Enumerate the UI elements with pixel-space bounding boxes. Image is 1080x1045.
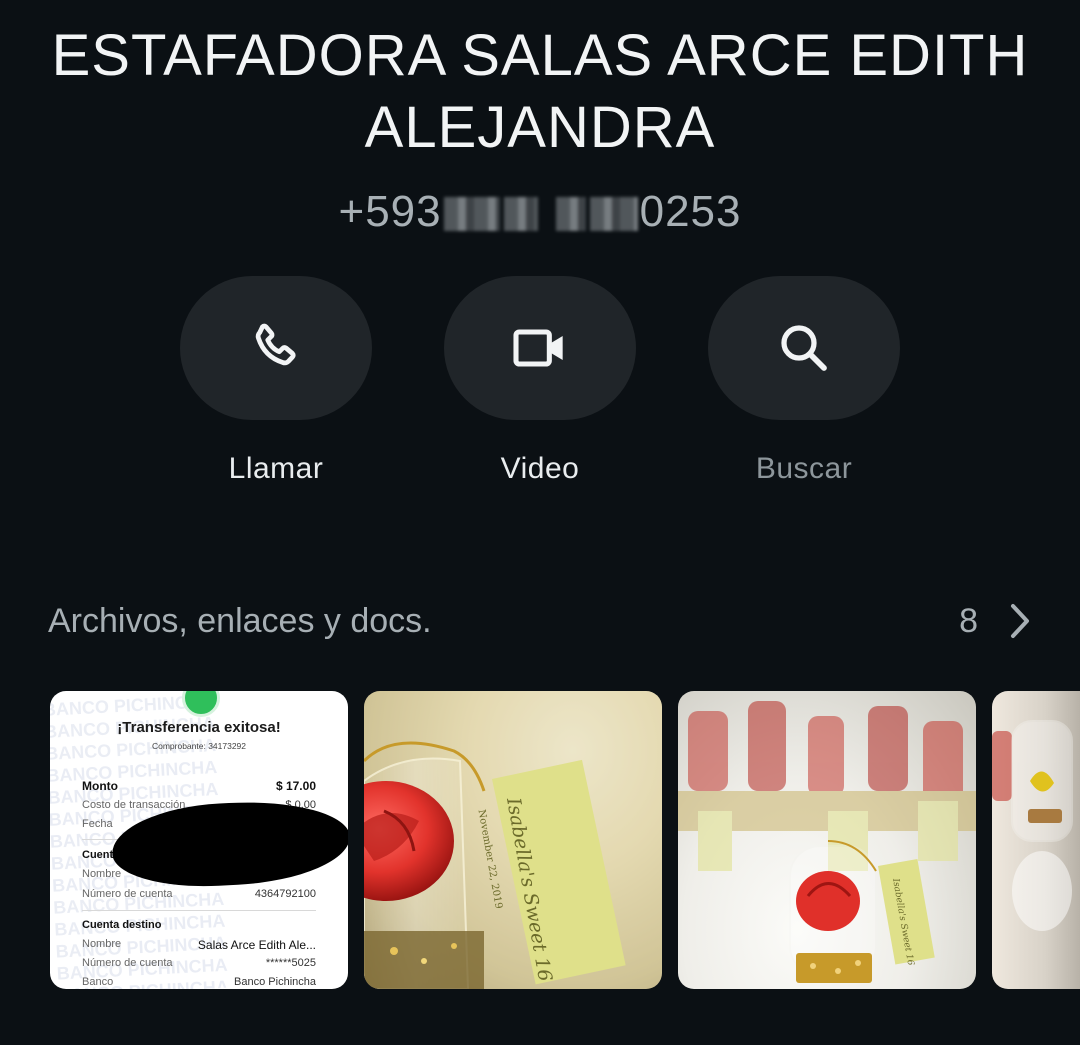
- receipt-divider: [82, 910, 316, 911]
- phone-prefix: +593: [338, 187, 442, 236]
- rose-favor-illustration: [992, 720, 1073, 931]
- receipt-number: Comprobante: 34173292: [151, 741, 247, 751]
- video-label: Video: [500, 452, 580, 485]
- receipt-destination-account-row: Número de cuenta ******5025: [82, 957, 316, 969]
- media-count: 8: [959, 601, 978, 640]
- receipt-bank-row: Banco Banco Pichincha: [82, 976, 316, 988]
- video-button[interactable]: [444, 276, 636, 420]
- receipt-thumbnail[interactable]: BANCO PICHINCHA BANCO PICHINCHA BANCO PICH…: [50, 691, 348, 989]
- phone-number[interactable]: +593 0253: [339, 187, 742, 237]
- call-button[interactable]: [180, 276, 372, 420]
- phone-icon: [255, 323, 296, 366]
- receipt-amount-row: Monto $ 17.00: [82, 779, 316, 793]
- phone-suffix: 0253: [639, 187, 742, 236]
- phone-blur: [503, 197, 538, 232]
- rose-favor-illustration: Isabella's Sweet 16: [678, 701, 976, 983]
- receipt-destination-label: Cuenta destino: [82, 919, 162, 931]
- receipt-title: ¡Transferencia exitosa!: [117, 719, 281, 736]
- phone-blur: [443, 197, 500, 232]
- phone-blur: [589, 197, 638, 232]
- phone-number-row: +593 0253: [0, 182, 1080, 242]
- rose-favor-illustration: Isabella's Sweet 16 November 22, 2019: [364, 691, 662, 989]
- search-button[interactable]: [708, 276, 900, 420]
- call-label: Llamar: [228, 452, 324, 485]
- action-buttons: Llamar Video Buscar: [180, 276, 900, 496]
- contact-name-line2: ALEJANDRA: [364, 95, 716, 160]
- search-label: Buscar: [755, 452, 853, 485]
- search-action[interactable]: Buscar: [708, 276, 900, 486]
- video-camera-icon: [513, 329, 563, 367]
- receipt-destination-name-row: Nombre Salas Arce Edith Ale...: [82, 938, 316, 952]
- media-count-group[interactable]: 8: [959, 601, 1032, 641]
- search-icon: [781, 325, 827, 371]
- rose-favor-photo-1[interactable]: Isabella's Sweet 16 November 22, 2019: [364, 691, 662, 989]
- receipt-origin-account-row: Número de cuenta 4364792100: [82, 888, 316, 900]
- contact-name-line1: ESTAFADORA SALAS ARCE EDITH: [51, 23, 1029, 88]
- phone-blur: [555, 197, 586, 232]
- rose-favor-photo-3[interactable]: [992, 691, 1080, 989]
- call-action[interactable]: Llamar: [180, 276, 372, 486]
- media-thumbnails: BANCO PICHINCHA BANCO PICHINCHA BANCO PICH…: [50, 691, 1080, 989]
- media-section-header[interactable]: Archivos, enlaces y docs. 8: [48, 596, 1032, 646]
- media-title: Archivos, enlaces y docs.: [48, 601, 432, 640]
- rose-favor-photo-2[interactable]: Isabella's Sweet 16: [678, 691, 976, 989]
- contact-info-screen: ESTAFADORA SALAS ARCE EDITH ALEJANDRA +5…: [0, 0, 1080, 1045]
- video-action[interactable]: Video: [444, 276, 636, 486]
- contact-name: ESTAFADORA SALAS ARCE EDITH ALEJANDRA: [40, 20, 1040, 164]
- chevron-right-icon: [1011, 604, 1029, 638]
